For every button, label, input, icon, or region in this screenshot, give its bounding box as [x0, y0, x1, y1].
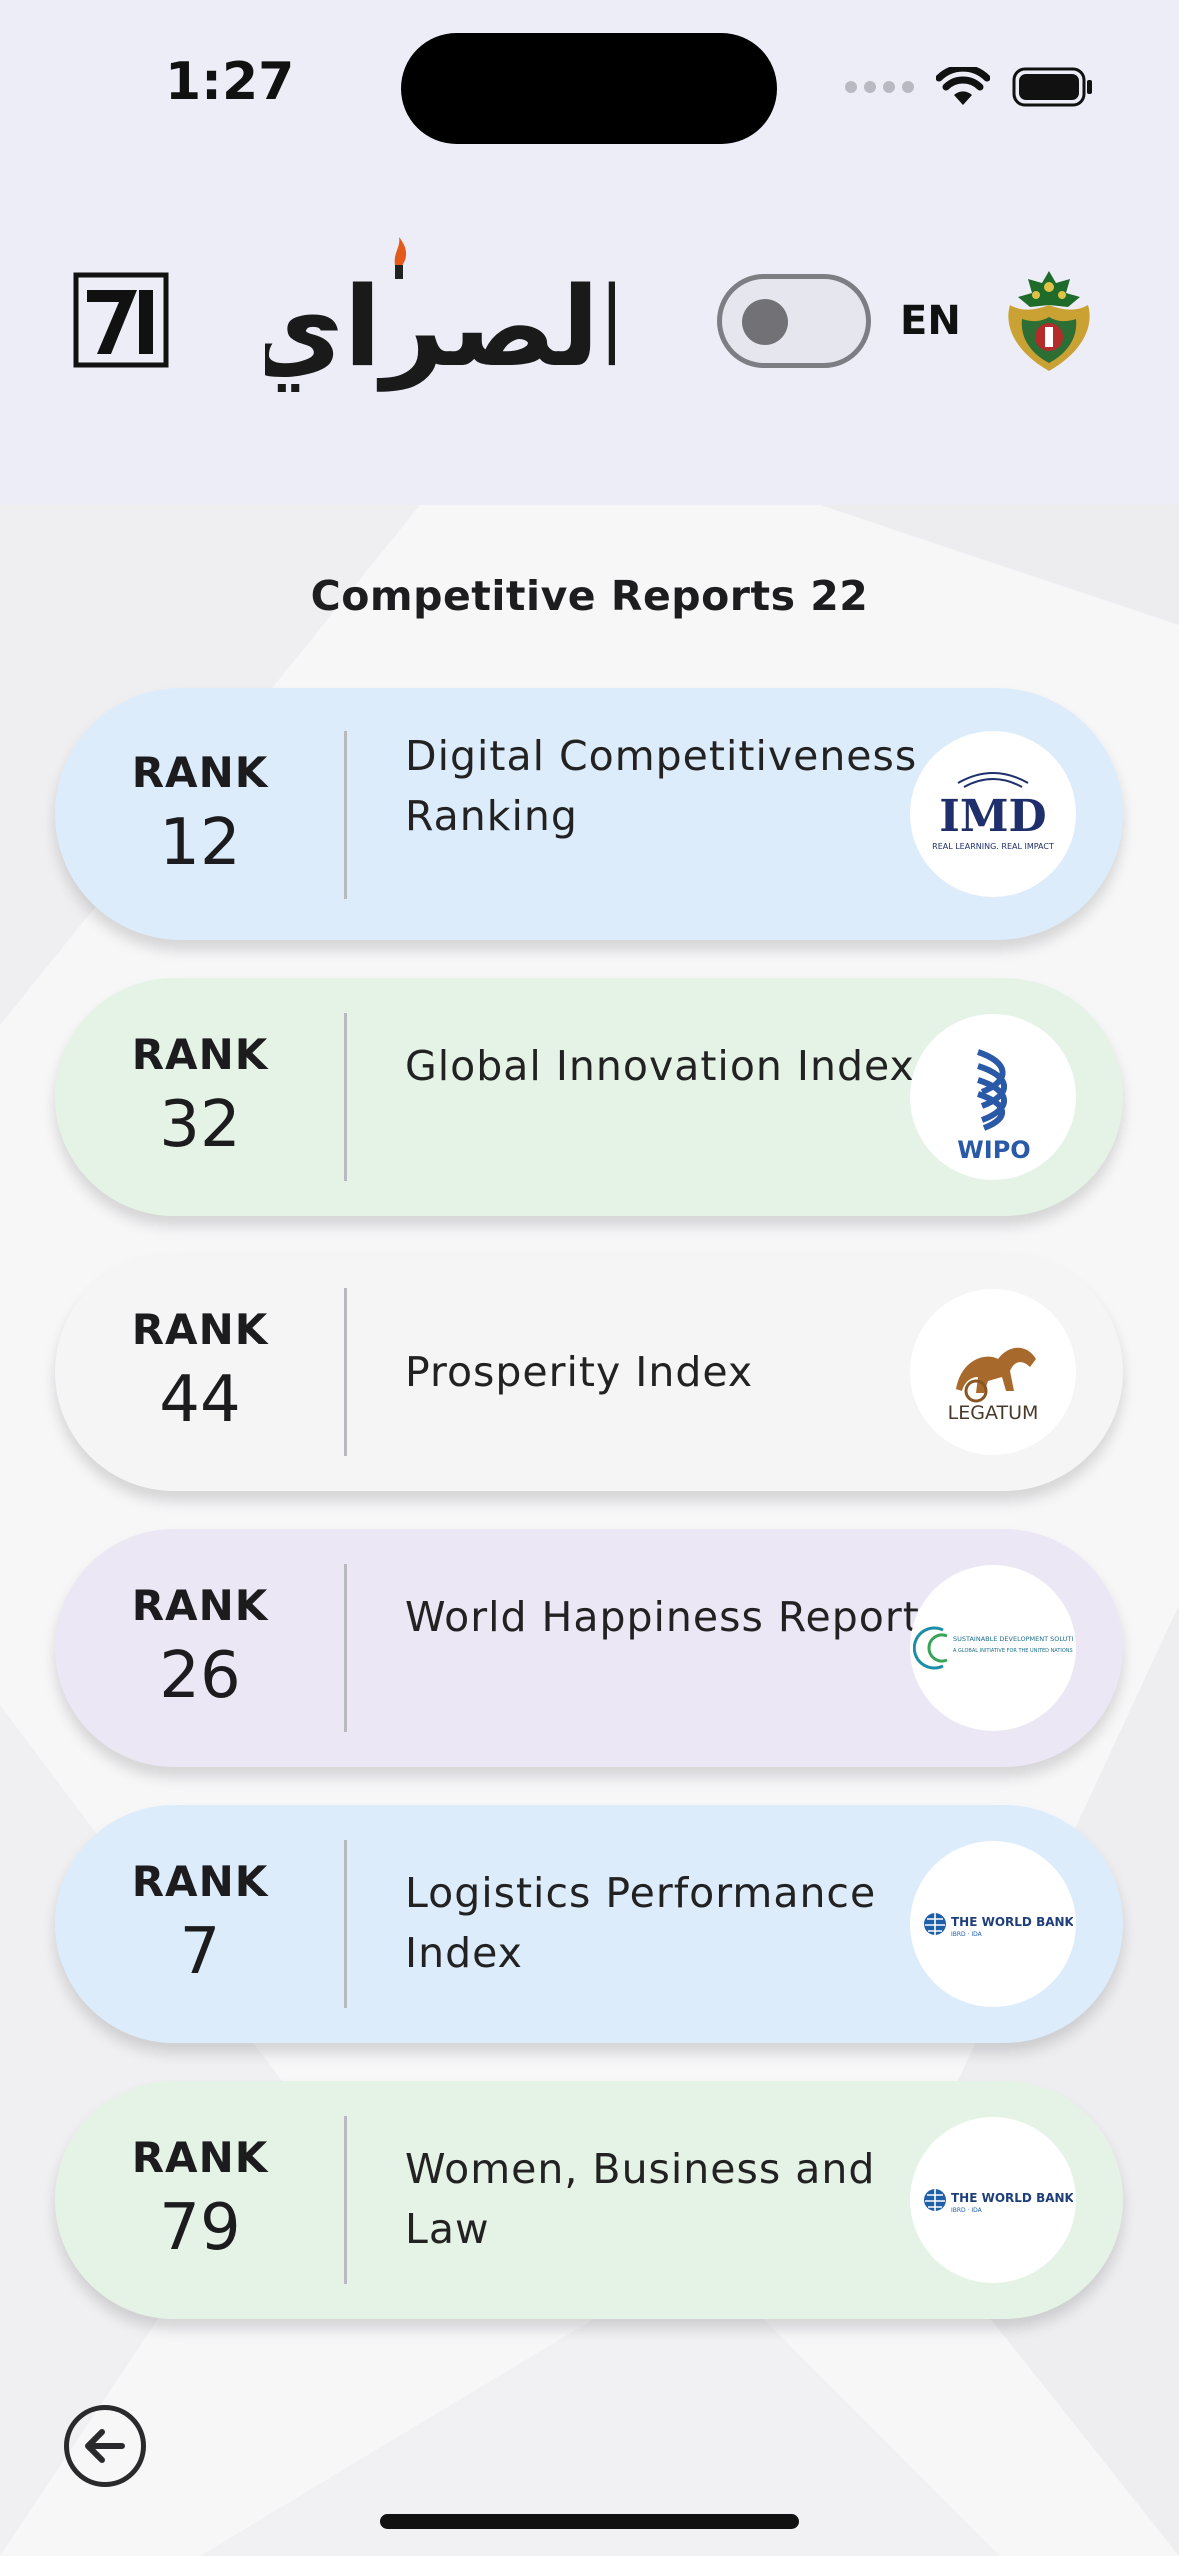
svg-text:الصراي: الصراي [265, 263, 615, 392]
rank-value: 32 [159, 1088, 241, 1162]
status-icons [845, 62, 1094, 112]
status-time: 1:27 [165, 52, 295, 112]
signal-icon [845, 81, 914, 93]
report-title: Digital Competitiveness Ranking [405, 732, 918, 840]
emblem-logo [1008, 271, 1090, 371]
report-title: Prosperity Index [405, 1348, 754, 1396]
svg-text:IMD: IMD [939, 791, 1046, 842]
report-logo: LEGATUM [910, 1289, 1076, 1455]
report-title: Logistics Performance Index [405, 1869, 877, 1977]
report-logo: SUSTAINABLE DEVELOPMENT SOLUTIONS NETWOR… [910, 1565, 1076, 1731]
svg-text:REAL LEARNING. REAL IMPACT: REAL LEARNING. REAL IMPACT [932, 842, 1054, 851]
svg-text:WIPO: WIPO [957, 1136, 1030, 1164]
report-card[interactable]: RANK 32 Global Innovation Index WIPO [55, 978, 1123, 1216]
wifi-icon [936, 67, 990, 105]
world-bank-logo-icon: THE WORLD BANK IBRD · IDA [924, 2189, 1073, 2214]
page-title: Competitive Reports 22 [310, 572, 869, 620]
rank-box: RANK 32 [55, 978, 345, 1216]
rank-label: RANK [131, 2133, 269, 2182]
dynamic-island [401, 33, 777, 144]
svg-text:SUSTAINABLE DEVELOPMENT SOLUTI: SUSTAINABLE DEVELOPMENT SOLUTIONS NETWOR… [953, 1635, 1073, 1643]
rank-label: RANK [131, 748, 269, 797]
report-card[interactable]: RANK 12 Digital Competitiveness Ranking … [55, 688, 1123, 940]
report-logo: IMD REAL LEARNING. REAL IMPACT [910, 731, 1076, 897]
report-logo: THE WORLD BANK IBRD · IDA [910, 2117, 1076, 2283]
language-toggle[interactable] [717, 274, 871, 368]
rank-value: 79 [159, 2191, 241, 2265]
language-label: EN [900, 298, 961, 344]
rank-value: 44 [159, 1363, 241, 1437]
rank-label: RANK [131, 1857, 269, 1906]
rank-box: RANK 12 [55, 688, 345, 940]
toggle-knob [742, 299, 788, 345]
back-button[interactable] [64, 2405, 146, 2487]
report-card[interactable]: RANK 7 Logistics Performance Index THE W… [55, 1805, 1123, 2043]
card-divider [344, 1840, 347, 2008]
card-divider [344, 1288, 347, 1456]
report-logo: WIPO [910, 1014, 1076, 1180]
report-title: World Happiness Report [405, 1593, 920, 1641]
card-divider [344, 2116, 347, 2284]
svg-text:IBRD · IDA: IBRD · IDA [951, 2207, 983, 2214]
report-card[interactable]: RANK 79 Women, Business and Law THE WORL… [55, 2081, 1123, 2319]
rank-box: RANK 79 [55, 2081, 345, 2319]
svg-text:LEGATUM: LEGATUM [948, 1402, 1039, 1424]
card-divider [344, 731, 347, 899]
rank-value: 7 [179, 1915, 221, 1989]
rank-label: RANK [131, 1581, 269, 1630]
imd-logo-icon: IMD REAL LEARNING. REAL IMPACT [932, 772, 1054, 851]
rank-box: RANK 7 [55, 1805, 345, 2043]
rank-box: RANK 26 [55, 1529, 345, 1767]
report-logo: THE WORLD BANK IBRD · IDA [910, 1841, 1076, 2007]
rank-value: 12 [159, 806, 241, 880]
rank-box: RANK 44 [55, 1253, 345, 1491]
card-divider [344, 1013, 347, 1181]
svg-text:THE WORLD BANK: THE WORLD BANK [951, 2191, 1073, 2205]
svg-text:A GLOBAL INITIATIVE FOR THE UN: A GLOBAL INITIATIVE FOR THE UNITED NATIO… [953, 1648, 1073, 1654]
report-card[interactable]: RANK 26 World Happiness Report SUSTAINAB… [55, 1529, 1123, 1767]
svg-text:THE WORLD BANK: THE WORLD BANK [951, 1915, 1073, 1929]
channel-71-logo [73, 272, 169, 368]
report-title: Global Innovation Index [405, 1042, 915, 1090]
sdsn-logo-icon: SUSTAINABLE DEVELOPMENT SOLUTIONS NETWOR… [913, 1626, 1073, 1670]
arrow-left-icon [85, 2429, 125, 2463]
report-title: Women, Business and Law [405, 2145, 876, 2253]
report-card[interactable]: RANK 44 Prosperity Index LEGATUM [55, 1253, 1123, 1491]
svg-text:IBRD · IDA: IBRD · IDA [951, 1931, 983, 1938]
world-bank-logo-icon: THE WORLD BANK IBRD · IDA [924, 1913, 1073, 1938]
home-indicator [380, 2514, 799, 2529]
rank-label: RANK [131, 1305, 269, 1354]
app-header: 1:27 الصراي EN [0, 0, 1179, 505]
battery-icon [1012, 67, 1092, 107]
brand-logo: الصراي [265, 237, 615, 392]
legatum-logo-icon: LEGATUM [948, 1347, 1039, 1424]
wipo-logo-icon: WIPO [957, 1049, 1031, 1164]
rank-label: RANK [131, 1030, 269, 1079]
card-divider [344, 1564, 347, 1732]
rank-value: 26 [159, 1639, 241, 1713]
